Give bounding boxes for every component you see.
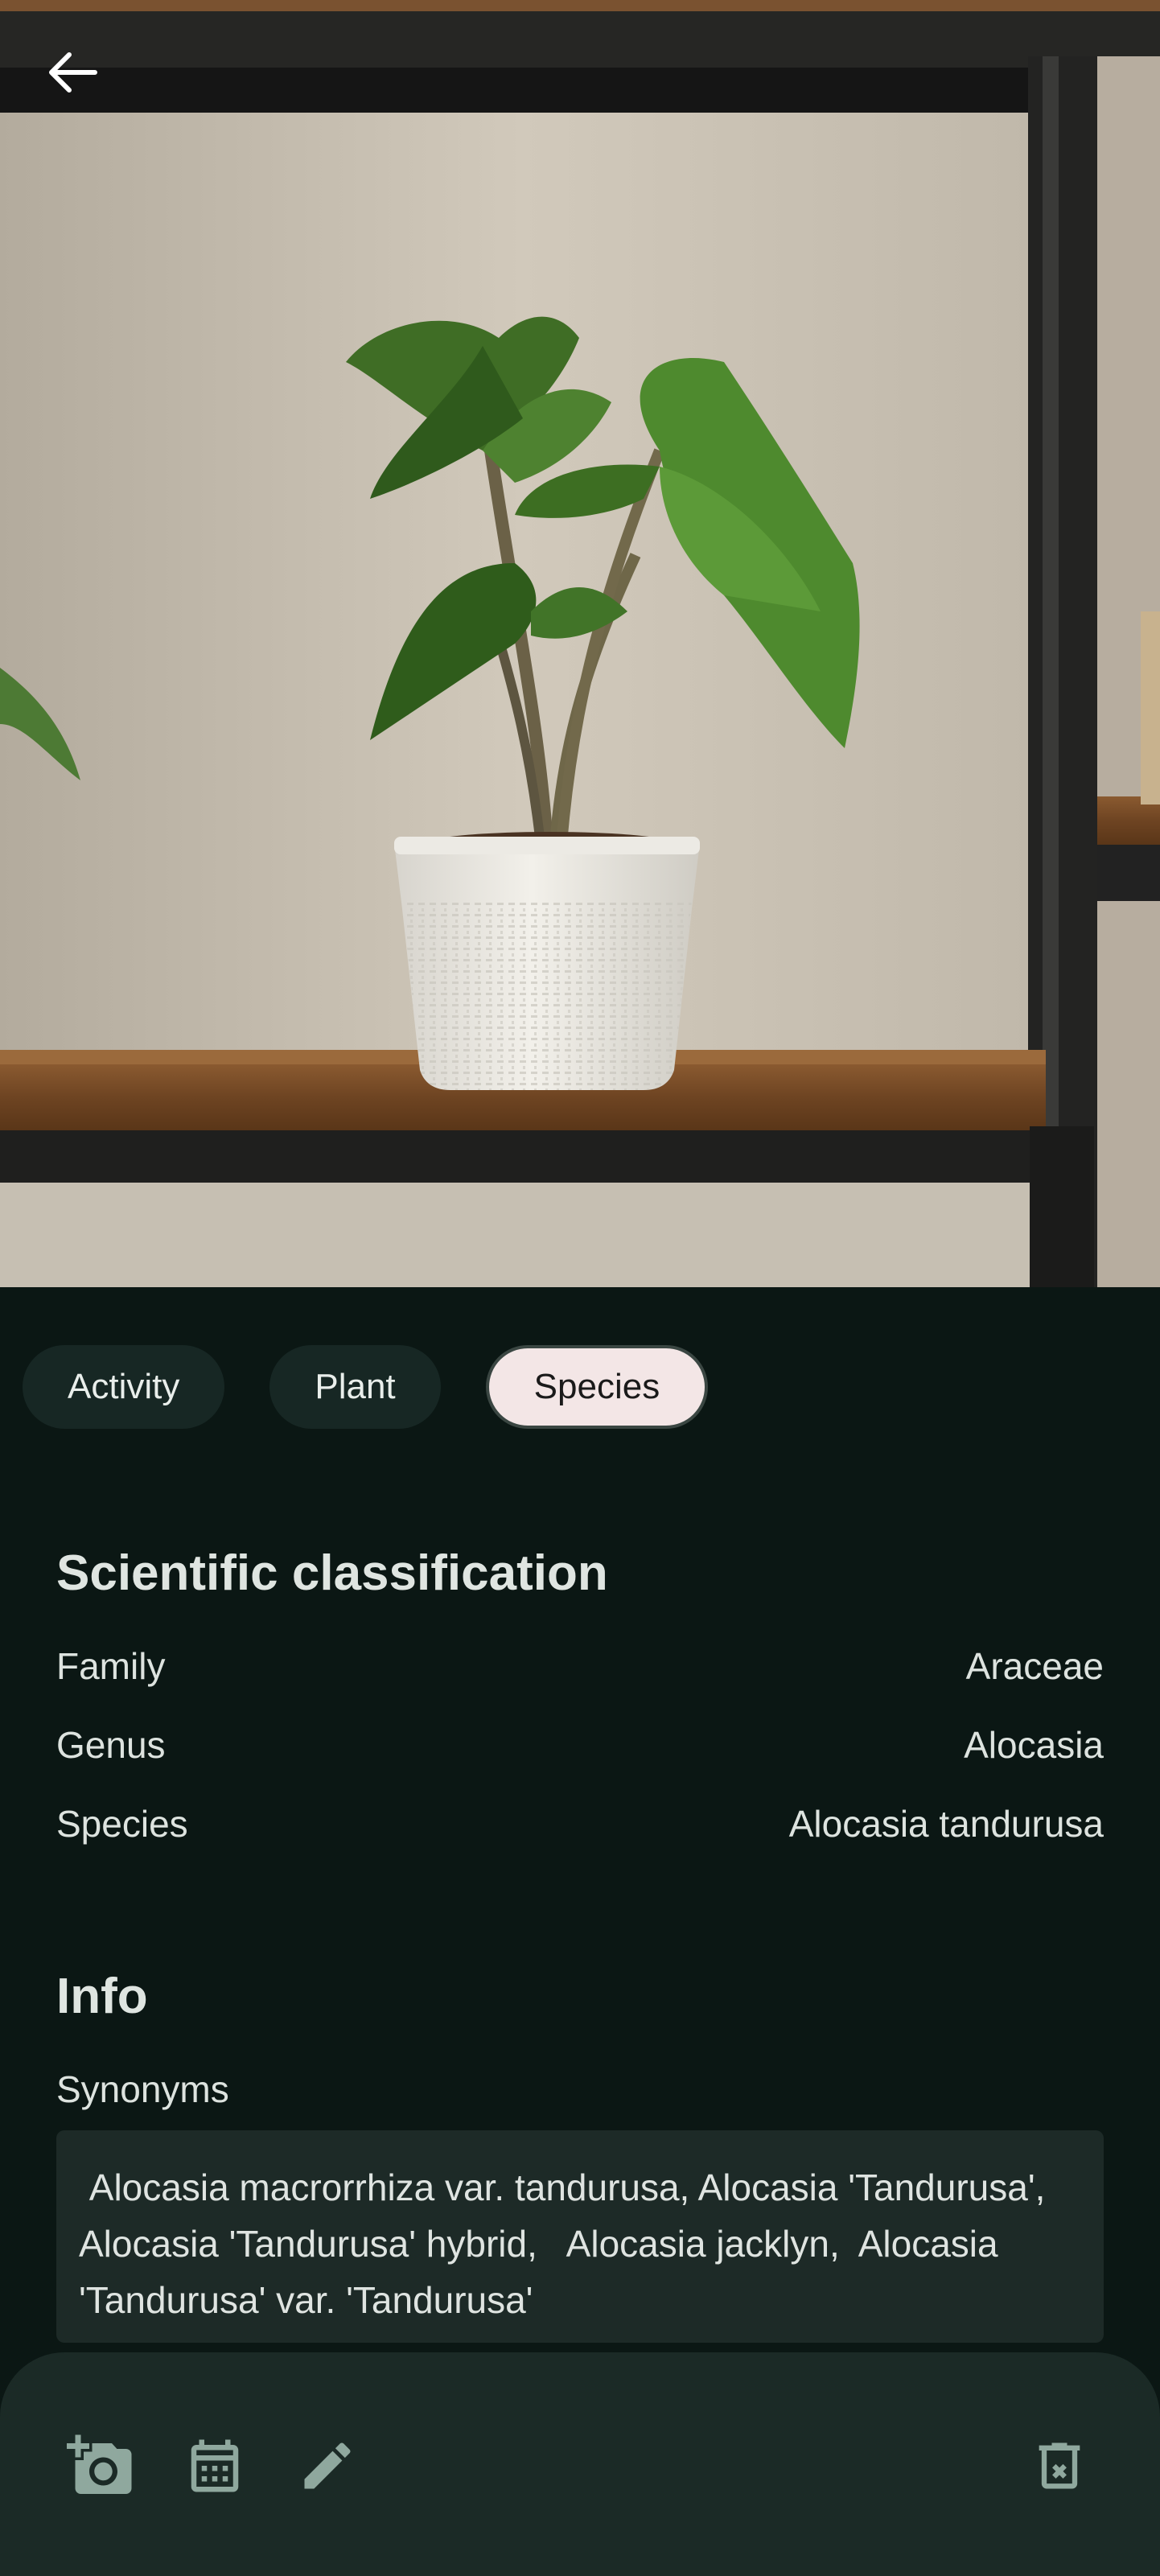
synonyms-text: Alocasia macrorrhiza var. tandurusa, Alo… — [56, 2130, 1104, 2343]
classification-row-family: Family Araceae — [56, 1644, 1104, 1688]
genus-label: Genus — [56, 1724, 166, 1766]
tab-activity[interactable]: Activity — [23, 1345, 225, 1429]
tab-plant[interactable]: Plant — [269, 1345, 441, 1429]
classification-row-genus: Genus Alocasia — [56, 1723, 1104, 1767]
plant-photo — [0, 0, 1160, 1287]
tab-plant-label: Plant — [315, 1367, 396, 1406]
back-button[interactable] — [47, 50, 124, 127]
delete-button[interactable] — [1023, 2430, 1096, 2502]
info-title: Info — [56, 1969, 148, 2024]
bottom-toolbar — [0, 2352, 1160, 2576]
plant-photo-illustration — [0, 0, 1160, 1287]
schedule-button[interactable] — [179, 2430, 251, 2502]
add-photo-icon — [67, 2434, 132, 2494]
species-value: Alocasia tandurusa — [788, 1803, 1104, 1845]
classification-row-species: Species Alocasia tandurusa — [56, 1802, 1104, 1846]
family-value: Araceae — [965, 1645, 1104, 1687]
edit-button[interactable] — [291, 2430, 364, 2502]
arrow-back-icon — [49, 52, 97, 93]
tab-activity-label: Activity — [68, 1367, 180, 1406]
classification-title: Scientific classification — [56, 1545, 608, 1601]
tab-bar: Activity Plant Species — [23, 1345, 709, 1429]
synonyms-label: Synonyms — [56, 2068, 229, 2110]
tab-species[interactable]: Species — [485, 1345, 709, 1429]
edit-icon — [304, 2442, 351, 2489]
calendar-icon — [191, 2439, 239, 2492]
species-label: Species — [56, 1803, 188, 1845]
delete-icon — [1039, 2442, 1080, 2489]
add-photo-button[interactable] — [64, 2430, 137, 2502]
genus-value: Alocasia — [964, 1724, 1104, 1766]
family-label: Family — [56, 1645, 166, 1687]
tab-species-label: Species — [533, 1367, 660, 1406]
